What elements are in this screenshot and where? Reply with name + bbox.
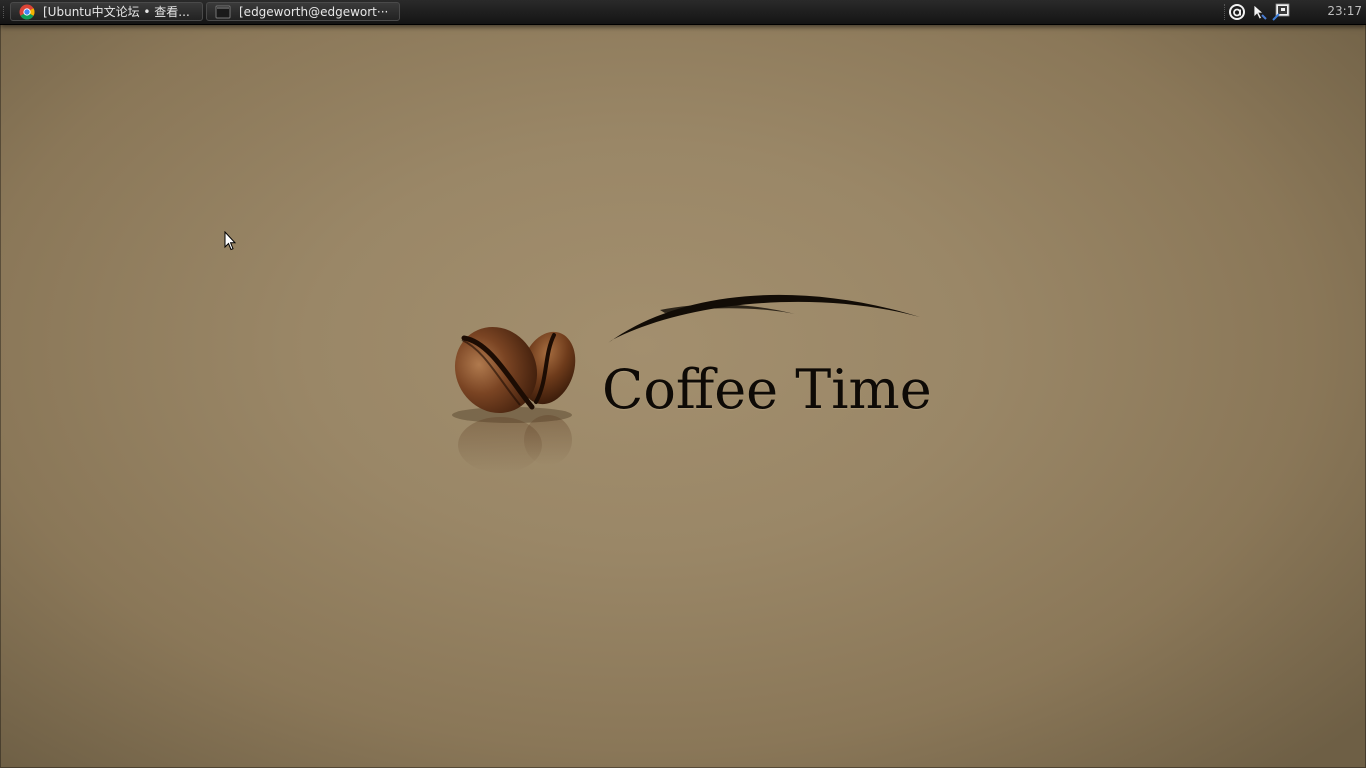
screenshot-icon[interactable] xyxy=(1272,3,1290,21)
system-tray xyxy=(1228,0,1290,24)
account-icon[interactable] xyxy=(1228,3,1246,21)
desktop[interactable]: [Ubuntu中文论坛 • 查看... [edgeworth@edgewort·… xyxy=(0,0,1366,768)
taskbar-button-label: [edgeworth@edgewort··· xyxy=(239,4,389,19)
panel-handle[interactable] xyxy=(3,6,6,18)
panel-clock[interactable]: 23:17 xyxy=(1327,4,1362,18)
pointer-tool-icon[interactable] xyxy=(1250,3,1268,21)
swoosh-decoration xyxy=(608,294,920,343)
taskbar-button-label: [Ubuntu中文论坛 • 查看... xyxy=(43,5,190,19)
bean-reflection xyxy=(458,415,572,473)
chrome-icon xyxy=(19,4,35,19)
taskbar-button-terminal[interactable]: [edgeworth@edgewort··· xyxy=(206,2,400,21)
top-panel: [Ubuntu中文论坛 • 查看... [edgeworth@edgewort·… xyxy=(0,0,1366,25)
terminal-icon xyxy=(215,5,231,18)
taskbar-button-browser[interactable]: [Ubuntu中文论坛 • 查看... xyxy=(10,2,203,21)
tray-separator xyxy=(1224,4,1226,20)
wallpaper-title: Coffee Time xyxy=(602,358,932,421)
mouse-cursor-icon xyxy=(224,231,236,251)
